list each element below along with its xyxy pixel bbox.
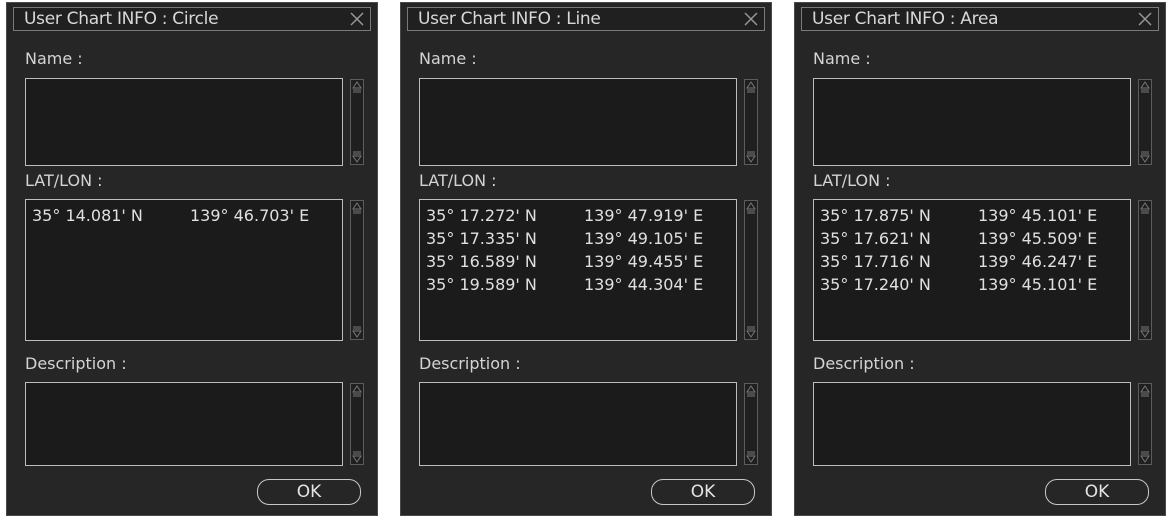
longitude-value: 139° 46.703' E <box>190 206 310 225</box>
latitude-value: 35° 17.621' N <box>820 229 931 248</box>
close-icon[interactable] <box>348 10 366 28</box>
latlon-field[interactable]: 35° 14.081' N 139° 46.703' E <box>25 199 343 341</box>
latitude-value: 35° 14.081' N <box>32 206 143 225</box>
name-scrollbar[interactable] <box>350 79 364 165</box>
name-field[interactable] <box>25 78 343 166</box>
latitude-value: 35° 17.240' N <box>820 275 931 294</box>
latitude-value: 35° 17.875' N <box>820 206 931 225</box>
latlon-scrollbar[interactable] <box>1138 200 1152 340</box>
title-bar: User Chart INFO : Area <box>801 7 1159 31</box>
name-label: Name : <box>813 49 871 68</box>
latitude-value: 35° 19.589' N <box>426 275 537 294</box>
user-chart-info-circle-dialog: User Chart INFO : Circle Name : LAT/LON … <box>6 2 378 516</box>
description-label: Description : <box>25 354 127 373</box>
longitude-value: 139° 47.919' E <box>584 206 704 225</box>
scroll-down-icon[interactable] <box>1140 151 1150 163</box>
latitude-value: 35° 16.589' N <box>426 252 537 271</box>
latlon-field[interactable]: 35° 17.875' N 139° 45.101' E 35° 17.621'… <box>813 199 1131 341</box>
longitude-value: 139° 46.247' E <box>978 252 1098 271</box>
ok-button[interactable]: OK <box>651 479 755 505</box>
user-chart-info-line-dialog: User Chart INFO : Line Name : LAT/LON : … <box>400 2 772 516</box>
latlon-label: LAT/LON : <box>813 171 891 190</box>
latitude-value: 35° 17.716' N <box>820 252 931 271</box>
dialog-title: User Chart INFO : Line <box>418 9 601 29</box>
scroll-down-icon[interactable] <box>1140 451 1150 463</box>
latlon-field[interactable]: 35° 17.272' N 139° 47.919' E 35° 17.335'… <box>419 199 737 341</box>
name-label: Name : <box>419 49 477 68</box>
description-field[interactable] <box>25 382 343 466</box>
scroll-up-icon[interactable] <box>746 81 756 93</box>
name-scrollbar[interactable] <box>744 79 758 165</box>
latlon-label: LAT/LON : <box>419 171 497 190</box>
name-label: Name : <box>25 49 83 68</box>
scroll-up-icon[interactable] <box>1140 385 1150 397</box>
latlon-scrollbar[interactable] <box>744 200 758 340</box>
name-field[interactable] <box>419 78 737 166</box>
longitude-value: 139° 49.105' E <box>584 229 704 248</box>
description-field[interactable] <box>813 382 1131 466</box>
user-chart-info-area-dialog: User Chart INFO : Area Name : LAT/LON : … <box>794 2 1166 516</box>
latitude-value: 35° 17.272' N <box>426 206 537 225</box>
scroll-down-icon[interactable] <box>1140 326 1150 338</box>
scroll-up-icon[interactable] <box>352 81 362 93</box>
scroll-down-icon[interactable] <box>746 451 756 463</box>
name-field[interactable] <box>813 78 1131 166</box>
latitude-value: 35° 17.335' N <box>426 229 537 248</box>
scroll-down-icon[interactable] <box>352 326 362 338</box>
title-bar: User Chart INFO : Line <box>407 7 765 31</box>
name-scrollbar[interactable] <box>1138 79 1152 165</box>
scroll-up-icon[interactable] <box>352 385 362 397</box>
scroll-up-icon[interactable] <box>746 202 756 214</box>
longitude-value: 139° 49.455' E <box>584 252 704 271</box>
scroll-down-icon[interactable] <box>352 451 362 463</box>
scroll-down-icon[interactable] <box>352 151 362 163</box>
ok-button[interactable]: OK <box>257 479 361 505</box>
close-icon[interactable] <box>742 10 760 28</box>
longitude-value: 139° 45.101' E <box>978 275 1098 294</box>
latlon-scrollbar[interactable] <box>350 200 364 340</box>
latlon-label: LAT/LON : <box>25 171 103 190</box>
ok-button[interactable]: OK <box>1045 479 1149 505</box>
longitude-value: 139° 45.509' E <box>978 229 1098 248</box>
scroll-up-icon[interactable] <box>1140 81 1150 93</box>
description-label: Description : <box>813 354 915 373</box>
description-field[interactable] <box>419 382 737 466</box>
description-scrollbar[interactable] <box>350 383 364 465</box>
description-scrollbar[interactable] <box>744 383 758 465</box>
description-label: Description : <box>419 354 521 373</box>
dialog-title: User Chart INFO : Circle <box>24 9 219 29</box>
scroll-up-icon[interactable] <box>352 202 362 214</box>
close-icon[interactable] <box>1136 10 1154 28</box>
dialog-title: User Chart INFO : Area <box>812 9 999 29</box>
description-scrollbar[interactable] <box>1138 383 1152 465</box>
longitude-value: 139° 45.101' E <box>978 206 1098 225</box>
longitude-value: 139° 44.304' E <box>584 275 704 294</box>
title-bar: User Chart INFO : Circle <box>13 7 371 31</box>
scroll-down-icon[interactable] <box>746 326 756 338</box>
scroll-down-icon[interactable] <box>746 151 756 163</box>
scroll-up-icon[interactable] <box>1140 202 1150 214</box>
scroll-up-icon[interactable] <box>746 385 756 397</box>
